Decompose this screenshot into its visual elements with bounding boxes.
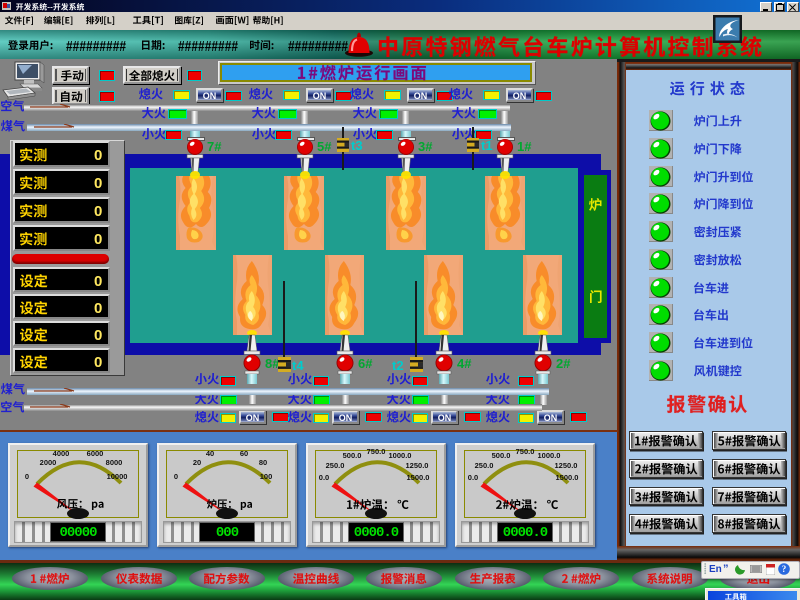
- svg-text:0: 0: [25, 472, 29, 481]
- svg-text:750.0: 750.0: [516, 447, 535, 456]
- svg-text:500.0: 500.0: [343, 451, 362, 460]
- svg-text:10000: 10000: [107, 472, 128, 481]
- svg-text:0: 0: [174, 472, 178, 481]
- svg-text:20: 20: [193, 458, 201, 467]
- svg-text:4000: 4000: [53, 449, 70, 458]
- svg-text:?: ?: [782, 564, 787, 574]
- svg-text:0.0: 0.0: [319, 473, 329, 482]
- svg-text:0.0: 0.0: [468, 473, 478, 482]
- svg-text:1500.0: 1500.0: [407, 473, 430, 482]
- svg-text:500.0: 500.0: [492, 451, 511, 460]
- svg-text:250.0: 250.0: [475, 461, 494, 470]
- svg-text:1250.0: 1250.0: [555, 461, 578, 470]
- svg-text:2000: 2000: [40, 458, 57, 467]
- svg-text:8000: 8000: [106, 458, 123, 467]
- svg-text:40: 40: [206, 449, 214, 458]
- svg-text:1250.0: 1250.0: [406, 461, 429, 470]
- svg-text:1000.0: 1000.0: [538, 451, 561, 460]
- svg-text:60: 60: [240, 449, 248, 458]
- svg-text:750.0: 750.0: [367, 447, 386, 456]
- svg-text:100: 100: [260, 472, 273, 481]
- svg-text:1000.0: 1000.0: [389, 451, 412, 460]
- svg-text:80: 80: [259, 458, 267, 467]
- svg-text:1500.0: 1500.0: [556, 473, 579, 482]
- svg-text:6000: 6000: [87, 449, 104, 458]
- svg-text:250.0: 250.0: [326, 461, 345, 470]
